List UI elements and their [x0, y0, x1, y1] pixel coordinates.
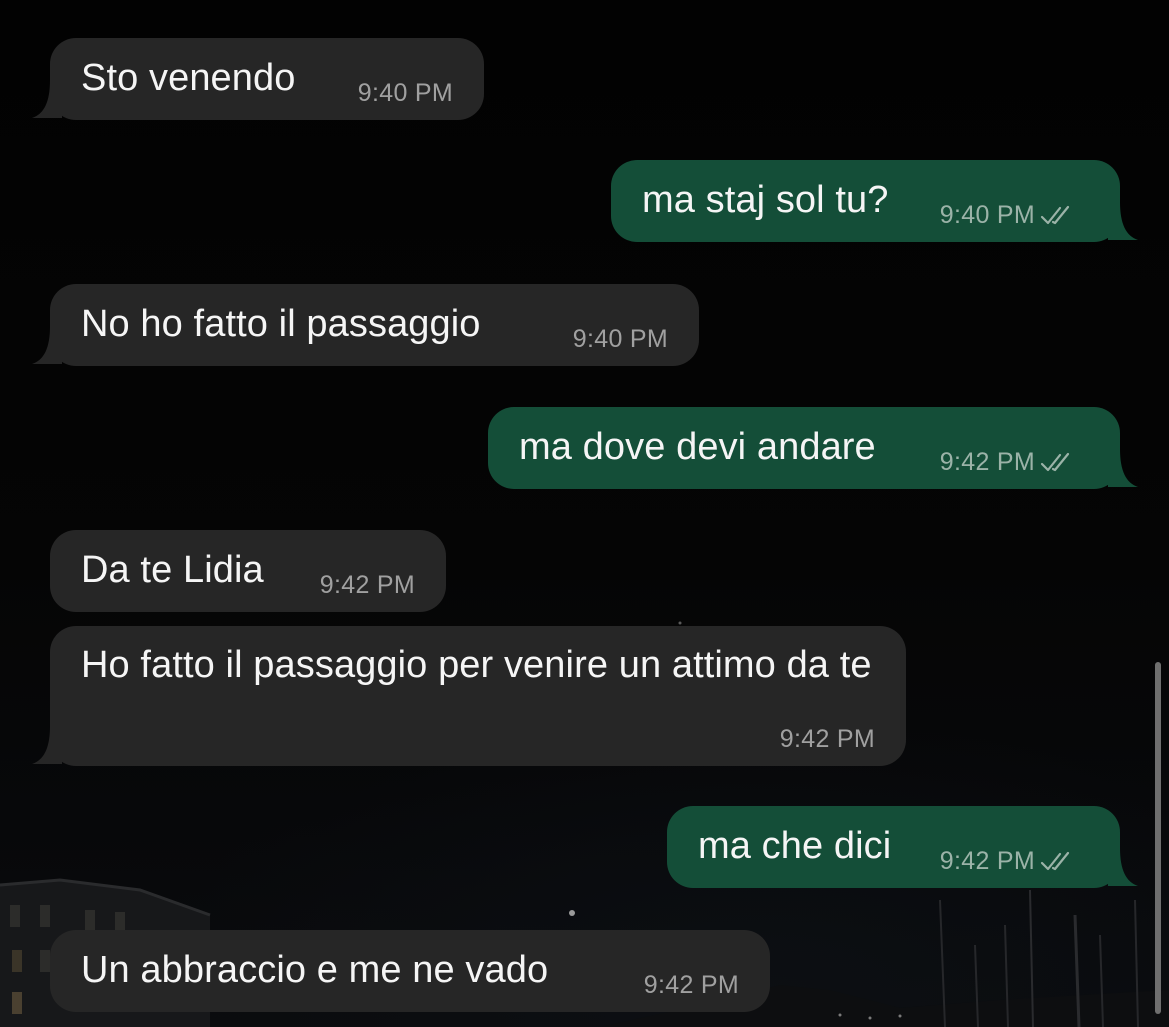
message-meta: 9:42 PM — [780, 724, 875, 754]
message-bubble-outgoing[interactable]: ma staj sol tu? 9:40 PM — [611, 160, 1138, 242]
bubble-tail — [1108, 449, 1138, 487]
message-bubble-incoming[interactable]: Sto venendo 9:40 PM — [32, 38, 484, 120]
message-text: Ho fatto il passaggio per venire un atti… — [81, 644, 872, 686]
message-timestamp: 9:40 PM — [572, 324, 668, 353]
message-meta: 9:42 PM — [644, 970, 739, 1000]
message-meta: 9:42 PM — [940, 846, 1074, 876]
message-bubble-incoming[interactable]: Ho fatto il passaggio per venire un atti… — [32, 626, 906, 766]
message-bubble-incoming[interactable]: Un abbraccio e me ne vado 9:42 PM — [50, 930, 770, 1012]
message-bubble-outgoing[interactable]: ma dove devi andare 9:42 PM — [488, 407, 1138, 489]
message-text: Sto venendo — [81, 57, 296, 99]
double-check-icon — [1040, 851, 1070, 871]
message-meta: 9:40 PM — [358, 78, 453, 108]
bubble-tail — [1108, 202, 1138, 240]
message-timestamp: 9:42 PM — [319, 570, 415, 599]
message-text: No ho fatto il passaggio — [81, 303, 481, 345]
message-timestamp: 9:42 PM — [643, 970, 739, 999]
message-meta: 9:42 PM — [940, 447, 1074, 477]
message-bubble-outgoing[interactable]: ma che dici 9:42 PM — [667, 806, 1138, 888]
double-check-icon — [1040, 205, 1070, 225]
bubble-tail — [32, 80, 62, 118]
scrollbar-thumb[interactable] — [1155, 662, 1161, 1014]
message-meta: 9:42 PM — [320, 570, 415, 600]
message-timestamp: 9:42 PM — [779, 724, 875, 753]
bubble-tail — [1108, 848, 1138, 886]
message-text: ma che dici — [698, 825, 892, 867]
message-text: Da te Lidia — [81, 549, 264, 591]
message-timestamp: 9:40 PM — [357, 78, 453, 107]
message-timestamp: 9:42 PM — [939, 447, 1035, 476]
message-timestamp: 9:42 PM — [939, 846, 1035, 875]
bubble-tail — [32, 726, 62, 764]
message-meta: 9:40 PM — [940, 200, 1074, 230]
double-check-icon — [1040, 452, 1070, 472]
message-text: Un abbraccio e me ne vado — [81, 949, 549, 991]
message-bubble-incoming[interactable]: No ho fatto il passaggio 9:40 PM — [32, 284, 699, 366]
message-timestamp: 9:40 PM — [939, 200, 1035, 229]
message-bubble-incoming[interactable]: Da te Lidia 9:42 PM — [50, 530, 446, 612]
message-text: ma staj sol tu? — [642, 179, 889, 221]
message-meta: 9:40 PM — [573, 324, 668, 354]
message-text: ma dove devi andare — [519, 426, 876, 468]
bubble-tail — [32, 326, 62, 364]
